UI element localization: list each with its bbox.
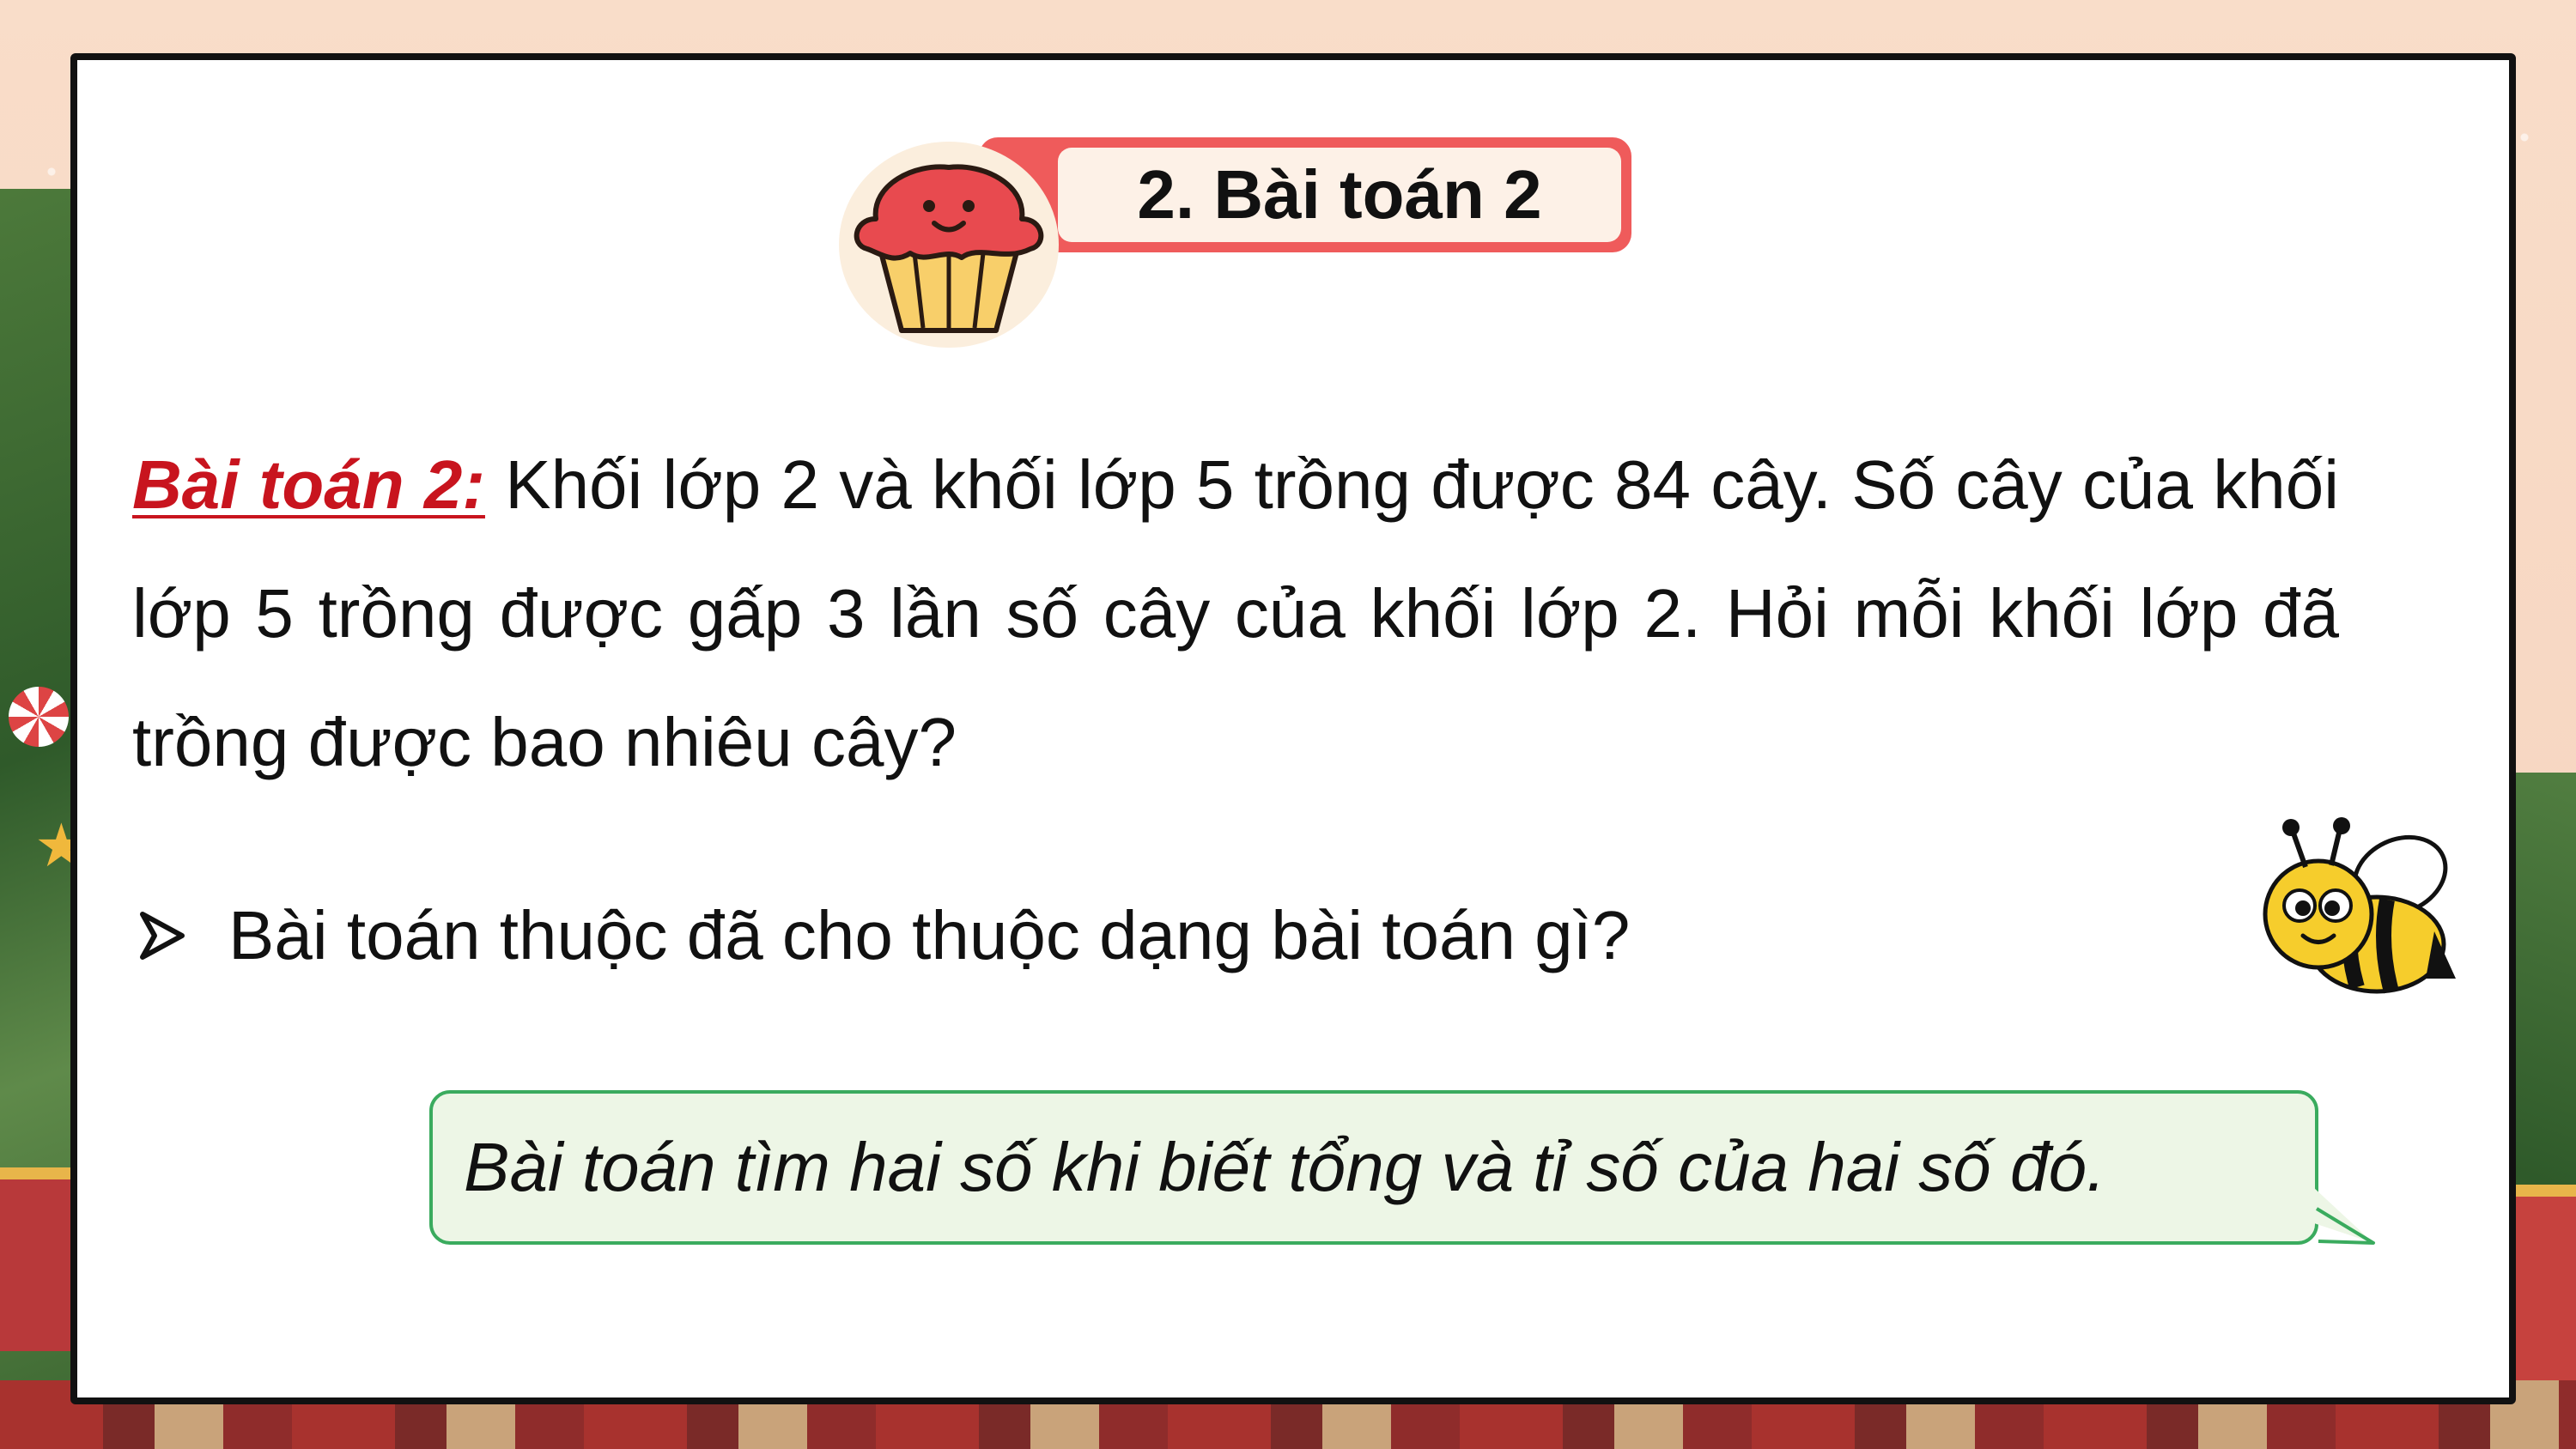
cupcake-icon <box>839 142 1059 348</box>
gift-box-right-decoration <box>2507 1185 2576 1385</box>
question-row: Bài toán thuộc đã cho thuộc dạng bài toá… <box>132 893 2021 979</box>
slide-title: 2. Bài toán 2 <box>1137 156 1542 233</box>
problem-paragraph: Bài toán 2: Khối lớp 2 và khối lớp 5 trồ… <box>132 421 2339 807</box>
problem-label: Bài toán 2: <box>132 446 485 523</box>
gift-box-left-decoration <box>0 1167 77 1351</box>
answer-text: Bài toán tìm hai số khi biết tổng và tỉ … <box>464 1129 2106 1205</box>
candy-icon <box>9 687 69 747</box>
slide: ★ 2. Bài toán 2 Bài toán 2: Khối lớp 2 v… <box>0 0 2576 1449</box>
bee-icon <box>2263 817 2456 994</box>
arrow-bullet-icon <box>140 912 185 960</box>
speech-bubble-tail <box>2301 1176 2375 1245</box>
question-text: Bài toán thuộc đã cho thuộc dạng bài toá… <box>228 897 1631 973</box>
